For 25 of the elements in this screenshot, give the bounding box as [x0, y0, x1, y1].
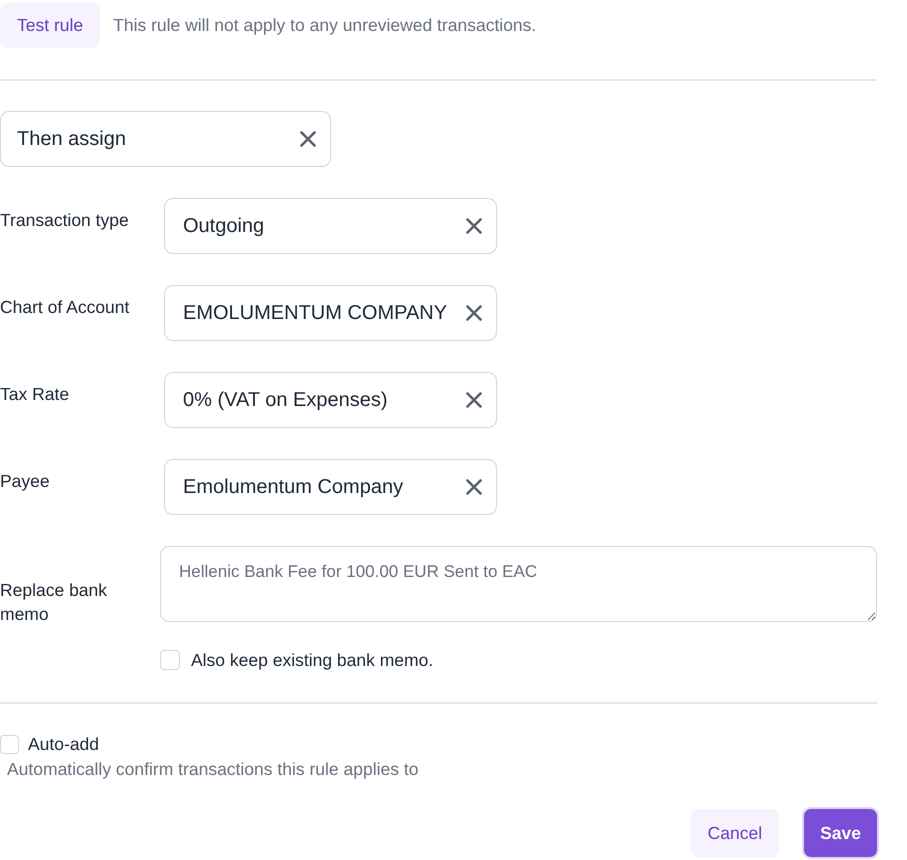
- action-select[interactable]: Then assign: [0, 111, 331, 167]
- checkbox-label: Also keep existing bank memo.: [191, 650, 434, 670]
- close-icon[interactable]: [466, 479, 482, 495]
- close-icon[interactable]: [300, 131, 316, 147]
- close-icon[interactable]: [466, 305, 482, 321]
- rule-note: This rule will not apply to any unreviewed transactions.: [113, 15, 536, 36]
- save-button[interactable]: Save: [802, 807, 879, 859]
- helper-text: Automatically confirm transactions this rule applies to: [7, 759, 420, 779]
- close-icon[interactable]: [466, 218, 482, 234]
- test-rule-button[interactable]: Test rule: [0, 3, 100, 48]
- close-icon[interactable]: [466, 392, 482, 408]
- field-label: Transaction type: [0, 210, 129, 230]
- select-field[interactable]: Emolumentum Company: [164, 459, 497, 515]
- field-label: Chart of Account: [0, 297, 130, 317]
- checkbox[interactable]: [160, 650, 180, 670]
- select-field[interactable]: 0% (VAT on Expenses): [164, 372, 497, 428]
- memo-field[interactable]: Hellenic Bank Fee for 100.00 EUR Sent to EAC: [160, 546, 877, 622]
- checkbox[interactable]: [0, 734, 19, 754]
- field-label: Tax Rate: [0, 384, 70, 404]
- cancel-button[interactable]: Cancel: [688, 807, 782, 859]
- select-field[interactable]: EMOLUMENTUM COMPANY: [164, 285, 497, 341]
- select-field[interactable]: Outgoing: [164, 198, 497, 254]
- checkbox-label: Auto-add: [28, 734, 100, 754]
- field-label: Replace bank memo: [0, 579, 108, 626]
- field-label: Payee: [0, 471, 50, 491]
